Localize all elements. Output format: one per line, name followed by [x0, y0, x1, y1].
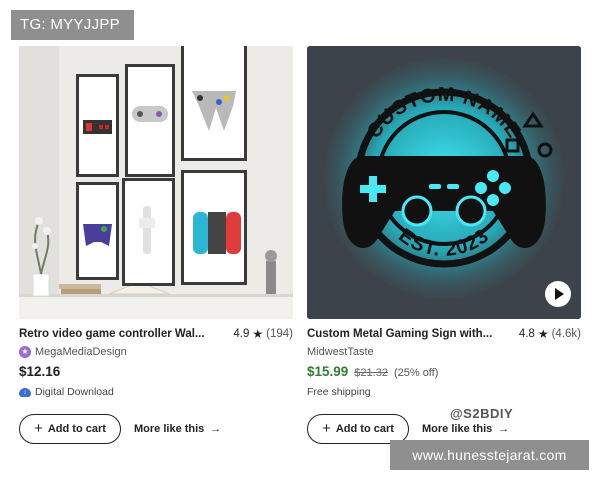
sale-price: $15.99	[307, 364, 349, 379]
review-count: (194)	[266, 328, 293, 340]
arrow-right-icon: →	[498, 423, 510, 435]
product-title[interactable]: Custom Metal Gaming Sign with...	[307, 328, 492, 340]
watermark-overlay-text: @S2BDIY	[450, 406, 514, 421]
wall-art-photo	[19, 46, 293, 319]
plus-icon: +	[34, 420, 43, 437]
add-to-cart-label: Add to cart	[335, 423, 394, 435]
digital-download-icon: ↓	[19, 387, 31, 397]
add-to-cart-label: Add to cart	[47, 423, 106, 435]
rating: 4.9 ★ (194)	[233, 327, 293, 341]
play-icon	[555, 288, 564, 300]
digital-download-label: Digital Download	[35, 386, 114, 398]
play-video-button[interactable]	[545, 281, 571, 307]
arrow-right-icon: →	[210, 423, 222, 435]
product-image-metal-sign[interactable]: CUSTOM NAME EST. 2023	[307, 46, 581, 319]
more-like-this-link[interactable]: More like this →	[134, 423, 221, 435]
rating-value: 4.9	[233, 328, 250, 340]
glowing-sign-photo: CUSTOM NAME EST. 2023	[307, 46, 581, 319]
product-title[interactable]: Retro video game controller Wal...	[19, 328, 205, 340]
product-card-metal-sign[interactable]: CUSTOM NAME EST. 2023 Custom Metal Gamin…	[307, 46, 581, 444]
more-like-this-label: More like this	[134, 423, 205, 435]
original-price: $21.32	[354, 367, 388, 379]
product-image-retro-controller[interactable]	[19, 46, 293, 319]
product-card-retro-controller[interactable]: Retro video game controller Wal... 4.9 ★…	[19, 46, 293, 444]
add-to-cart-button[interactable]: + Add to cart	[19, 414, 121, 444]
star-icon: ★	[537, 327, 549, 341]
rating: 4.8 ★ (4.6k)	[519, 327, 581, 341]
free-shipping-label: Free shipping	[307, 386, 371, 398]
star-icon: ★	[252, 327, 264, 341]
plus-icon: +	[322, 420, 331, 437]
rating-value: 4.8	[518, 328, 535, 340]
price: $12.16	[19, 364, 61, 379]
discount-label: (25% off)	[393, 367, 439, 379]
shop-name[interactable]: MidwestTaste	[307, 346, 374, 358]
review-count: (4.6k)	[551, 328, 581, 340]
site-watermark-badge: www.hunesstejarat.com	[390, 440, 589, 470]
shop-badge-icon: ★	[19, 345, 31, 358]
shop-name[interactable]: MegaMediaDesign	[35, 346, 127, 358]
more-like-this-label: More like this	[422, 423, 493, 435]
tg-watermark-badge: TG: MYYJJPP	[11, 10, 134, 40]
more-like-this-link[interactable]: More like this →	[422, 423, 509, 435]
